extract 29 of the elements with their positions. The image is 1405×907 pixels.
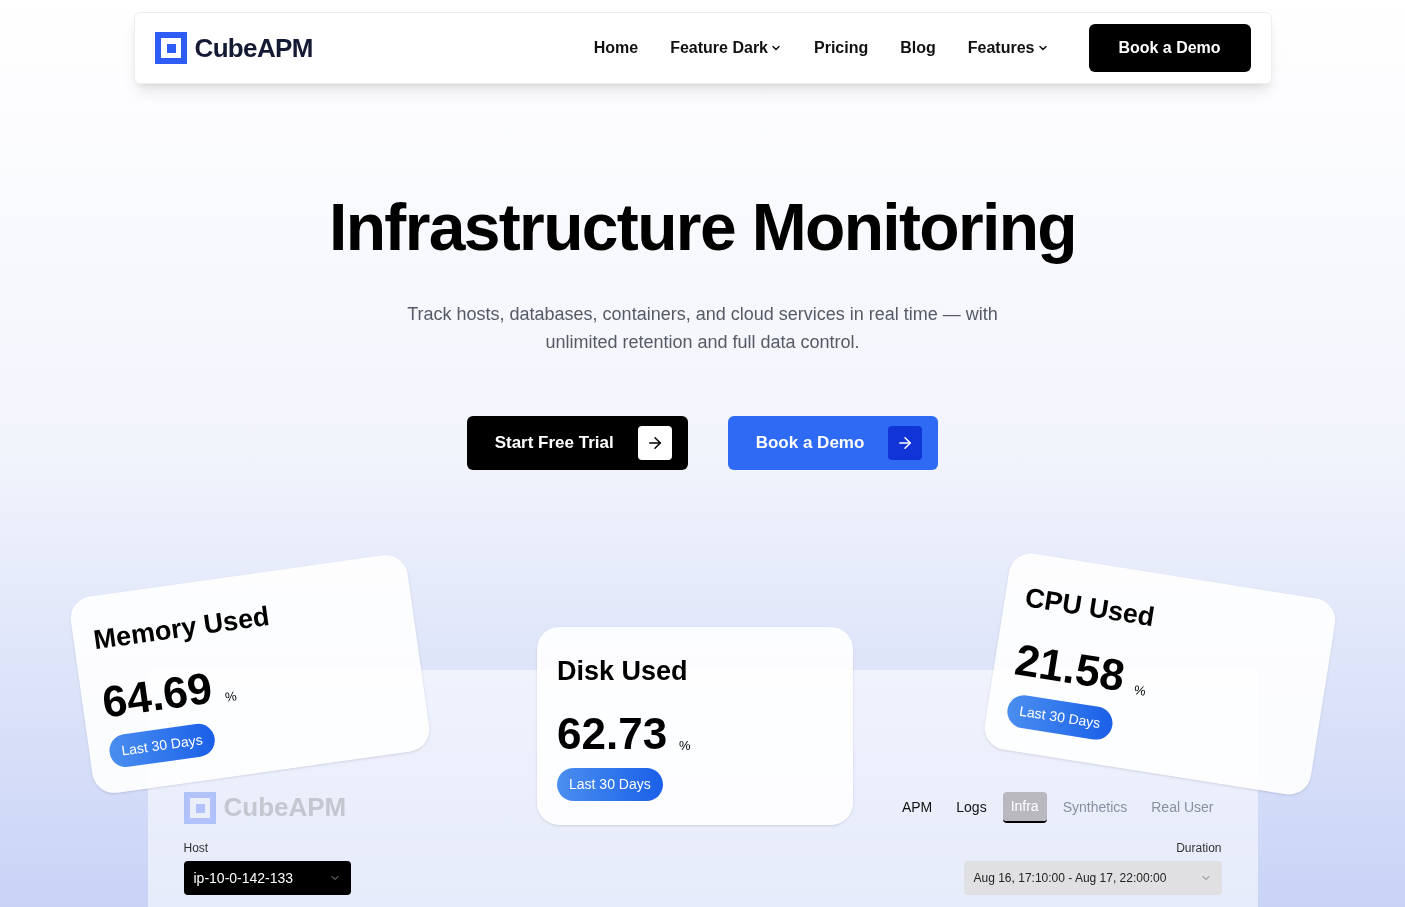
period-badge: Last 30 Days xyxy=(557,767,663,801)
metric-unit: % xyxy=(679,737,691,755)
start-trial-button[interactable]: Start Free Trial xyxy=(466,416,688,470)
host-label: Host xyxy=(183,840,210,857)
card-title: Memory Used xyxy=(91,599,273,658)
book-demo-button[interactable]: Book a Demo xyxy=(727,416,939,470)
nav-link[interactable]: Pricing xyxy=(814,36,869,60)
dashboard-tab[interactable]: APM xyxy=(893,793,941,822)
host-select[interactable]: ip-10-0-142-133 xyxy=(183,861,351,895)
nav-link[interactable]: Feature Dark xyxy=(670,36,782,60)
duration-label: Duration xyxy=(1176,840,1222,857)
logo-icon xyxy=(154,32,187,64)
hero-subtitle: Track hosts, databases, containers, and cloud services in real time — with unlimited retention and full data control. xyxy=(406,303,999,354)
arrow-right-icon xyxy=(637,426,672,460)
logo-icon xyxy=(183,791,216,824)
arrow-right-icon xyxy=(888,426,923,460)
card-title: CPU Used xyxy=(1022,581,1158,635)
metric-unit: % xyxy=(223,687,238,707)
dashboard-tab[interactable]: Logs xyxy=(948,793,995,822)
nav-link[interactable]: Blog xyxy=(900,36,936,60)
nav-link[interactable]: Home xyxy=(593,36,639,60)
duration-select[interactable]: Aug 16, 17:10:00 - Aug 17, 22:00:00 xyxy=(963,861,1222,895)
book-demo-button[interactable]: Book a Demo xyxy=(1088,24,1251,72)
brand-name: CubeAPM xyxy=(194,31,313,65)
period-badge: Last 30 Days xyxy=(107,721,217,769)
metric-value: 62.73 xyxy=(557,711,668,756)
nav-link[interactable]: Features xyxy=(967,36,1049,60)
metric-unit: % xyxy=(1132,681,1148,701)
card-title: Disk Used xyxy=(557,655,689,688)
